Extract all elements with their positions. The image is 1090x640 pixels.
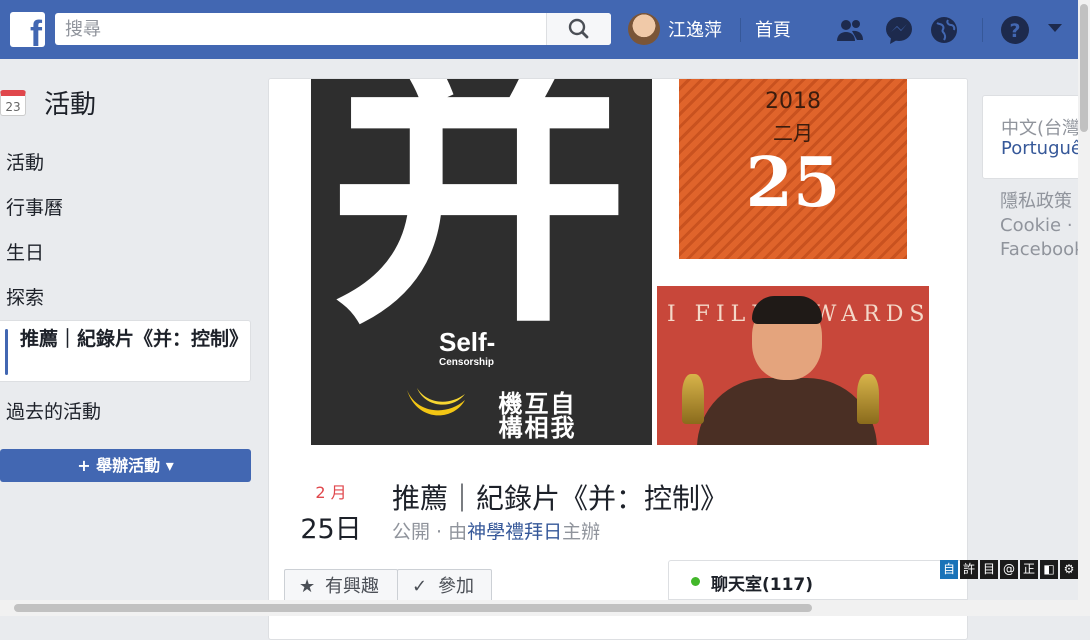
- footer-links: 隱私政策 Cookie · 廣告 Facebook: [1000, 190, 1080, 262]
- ime-toolbar: 自 許 目 @ 正 ◧ ⚙: [940, 560, 1080, 579]
- chat-label: 聊天室(117): [711, 575, 814, 595]
- event-host-link[interactable]: 神學禮拜日: [467, 521, 562, 543]
- event-day: 25日: [300, 514, 362, 545]
- vertical-scroll-thumb[interactable]: [1080, 4, 1088, 132]
- create-event-button[interactable]: + 舉辦活動 ▾: [0, 449, 251, 482]
- top-navigation-bar: f 江逸萍 首頁 ?: [0, 0, 1090, 59]
- film-poster: 并 Self- Censorship 自我 互相 機構: [311, 79, 652, 445]
- nav-item-calendar[interactable]: 行事曆: [6, 193, 63, 220]
- profile-avatar[interactable]: [628, 13, 660, 45]
- facebook-logo[interactable]: f: [10, 12, 45, 47]
- vertical-scrollbar[interactable]: [1078, 0, 1090, 600]
- going-label: 參加: [438, 576, 474, 597]
- star-icon: ★: [299, 576, 316, 597]
- banana-icon: [407, 388, 465, 416]
- nav-item-current-event-label: 推薦｜紀錄片《并：控制》: [20, 328, 249, 350]
- event-title: 推薦｜紀錄片《并：控制》: [392, 482, 729, 515]
- poster-english-subtitle: Censorship: [439, 357, 495, 368]
- language-option-portuguese[interactable]: Português: [1001, 138, 1083, 159]
- host-suffix: 主辦: [562, 521, 601, 543]
- settings-icon[interactable]: ⚙: [1060, 560, 1078, 579]
- event-month: 2 月: [315, 483, 347, 502]
- nav-item-events[interactable]: 活動: [6, 148, 44, 175]
- going-button[interactable]: ✓ 參加: [397, 569, 492, 603]
- home-link[interactable]: 首頁: [755, 16, 791, 42]
- ime-button[interactable]: 許: [960, 560, 978, 579]
- host-prefix: · 由: [430, 521, 468, 543]
- messenger-icon[interactable]: [883, 14, 915, 46]
- online-status-icon: [691, 577, 700, 586]
- topbar-divider-2: [982, 18, 983, 42]
- profile-name-link[interactable]: 江逸萍: [668, 16, 722, 42]
- poster-english-title: Self-: [439, 327, 496, 357]
- privacy-link[interactable]: 隱私政策: [1000, 190, 1080, 214]
- account-menu-caret-icon[interactable]: [1048, 24, 1062, 32]
- horizontal-scroll-thumb[interactable]: [14, 604, 812, 612]
- search-icon: [568, 18, 589, 39]
- nav-title: 活動: [44, 90, 97, 120]
- create-event-label: 舉辦活動: [96, 456, 161, 475]
- person-body: [697, 378, 877, 445]
- event-cover-photo[interactable]: 并 Self- Censorship 自我 互相 機構 2018 二月 25 I…: [269, 79, 967, 445]
- director-photo: I FILM AWARDS: [657, 286, 929, 445]
- chat-sidebar-tab[interactable]: 聊天室(117): [668, 560, 968, 600]
- search-input[interactable]: [55, 13, 563, 45]
- interested-label: 有興趣: [325, 576, 379, 597]
- trophy-icon: [857, 374, 879, 424]
- person-hair: [752, 296, 822, 324]
- svg-text:?: ?: [1009, 20, 1020, 42]
- event-card: 并 Self- Censorship 自我 互相 機構 2018 二月 25 I…: [268, 78, 968, 640]
- plus-icon: +: [77, 456, 91, 475]
- nav-item-past-events[interactable]: 過去的活動: [6, 397, 101, 424]
- ime-button[interactable]: @: [1000, 560, 1018, 579]
- active-indicator: [5, 329, 8, 375]
- ime-mode-button[interactable]: 自: [940, 560, 958, 579]
- ime-button[interactable]: 正: [1020, 560, 1038, 579]
- ime-button[interactable]: ◧: [1040, 560, 1058, 579]
- current-language: 中文(台灣): [1001, 118, 1084, 139]
- event-date: 2 月 25日: [299, 479, 363, 546]
- poster-vertical-text-3: 機構: [494, 391, 522, 439]
- search-button[interactable]: [546, 13, 611, 45]
- interested-button[interactable]: ★ 有興趣: [284, 569, 398, 603]
- notifications-globe-icon[interactable]: [928, 14, 960, 46]
- horizontal-scrollbar[interactable]: [0, 600, 1090, 616]
- facebook-link[interactable]: Facebook: [1000, 238, 1080, 262]
- help-icon[interactable]: ?: [999, 14, 1031, 46]
- date-poster: 2018 二月 25: [679, 79, 907, 259]
- calendar-icon: 23: [0, 90, 26, 116]
- event-host-line: 公開 · 由神學禮拜日主辦: [392, 517, 600, 544]
- poster-year: 2018: [765, 89, 821, 114]
- poster-title-char: 并: [329, 79, 629, 363]
- nav-item-discover[interactable]: 探索: [6, 283, 44, 310]
- event-visibility: 公開: [392, 521, 431, 543]
- poster-day: 25: [745, 143, 841, 223]
- search-box: [55, 13, 611, 45]
- cookie-link[interactable]: Cookie · 廣告: [1000, 214, 1080, 238]
- nav-item-current-event[interactable]: 推薦｜紀錄片《并：控制》: [0, 320, 251, 382]
- trophy-icon: [682, 374, 704, 424]
- ime-button[interactable]: 目: [980, 560, 998, 579]
- check-icon: ✓: [412, 576, 428, 597]
- language-card: 中文(台灣) Português: [982, 95, 1084, 179]
- nav-item-birthdays[interactable]: 生日: [6, 238, 44, 265]
- topbar-divider: [740, 18, 741, 42]
- friends-icon[interactable]: [834, 14, 866, 46]
- poster-month: 二月: [773, 121, 813, 145]
- facebook-logo-text: f: [30, 13, 42, 47]
- chevron-down-icon: ▾: [165, 456, 174, 475]
